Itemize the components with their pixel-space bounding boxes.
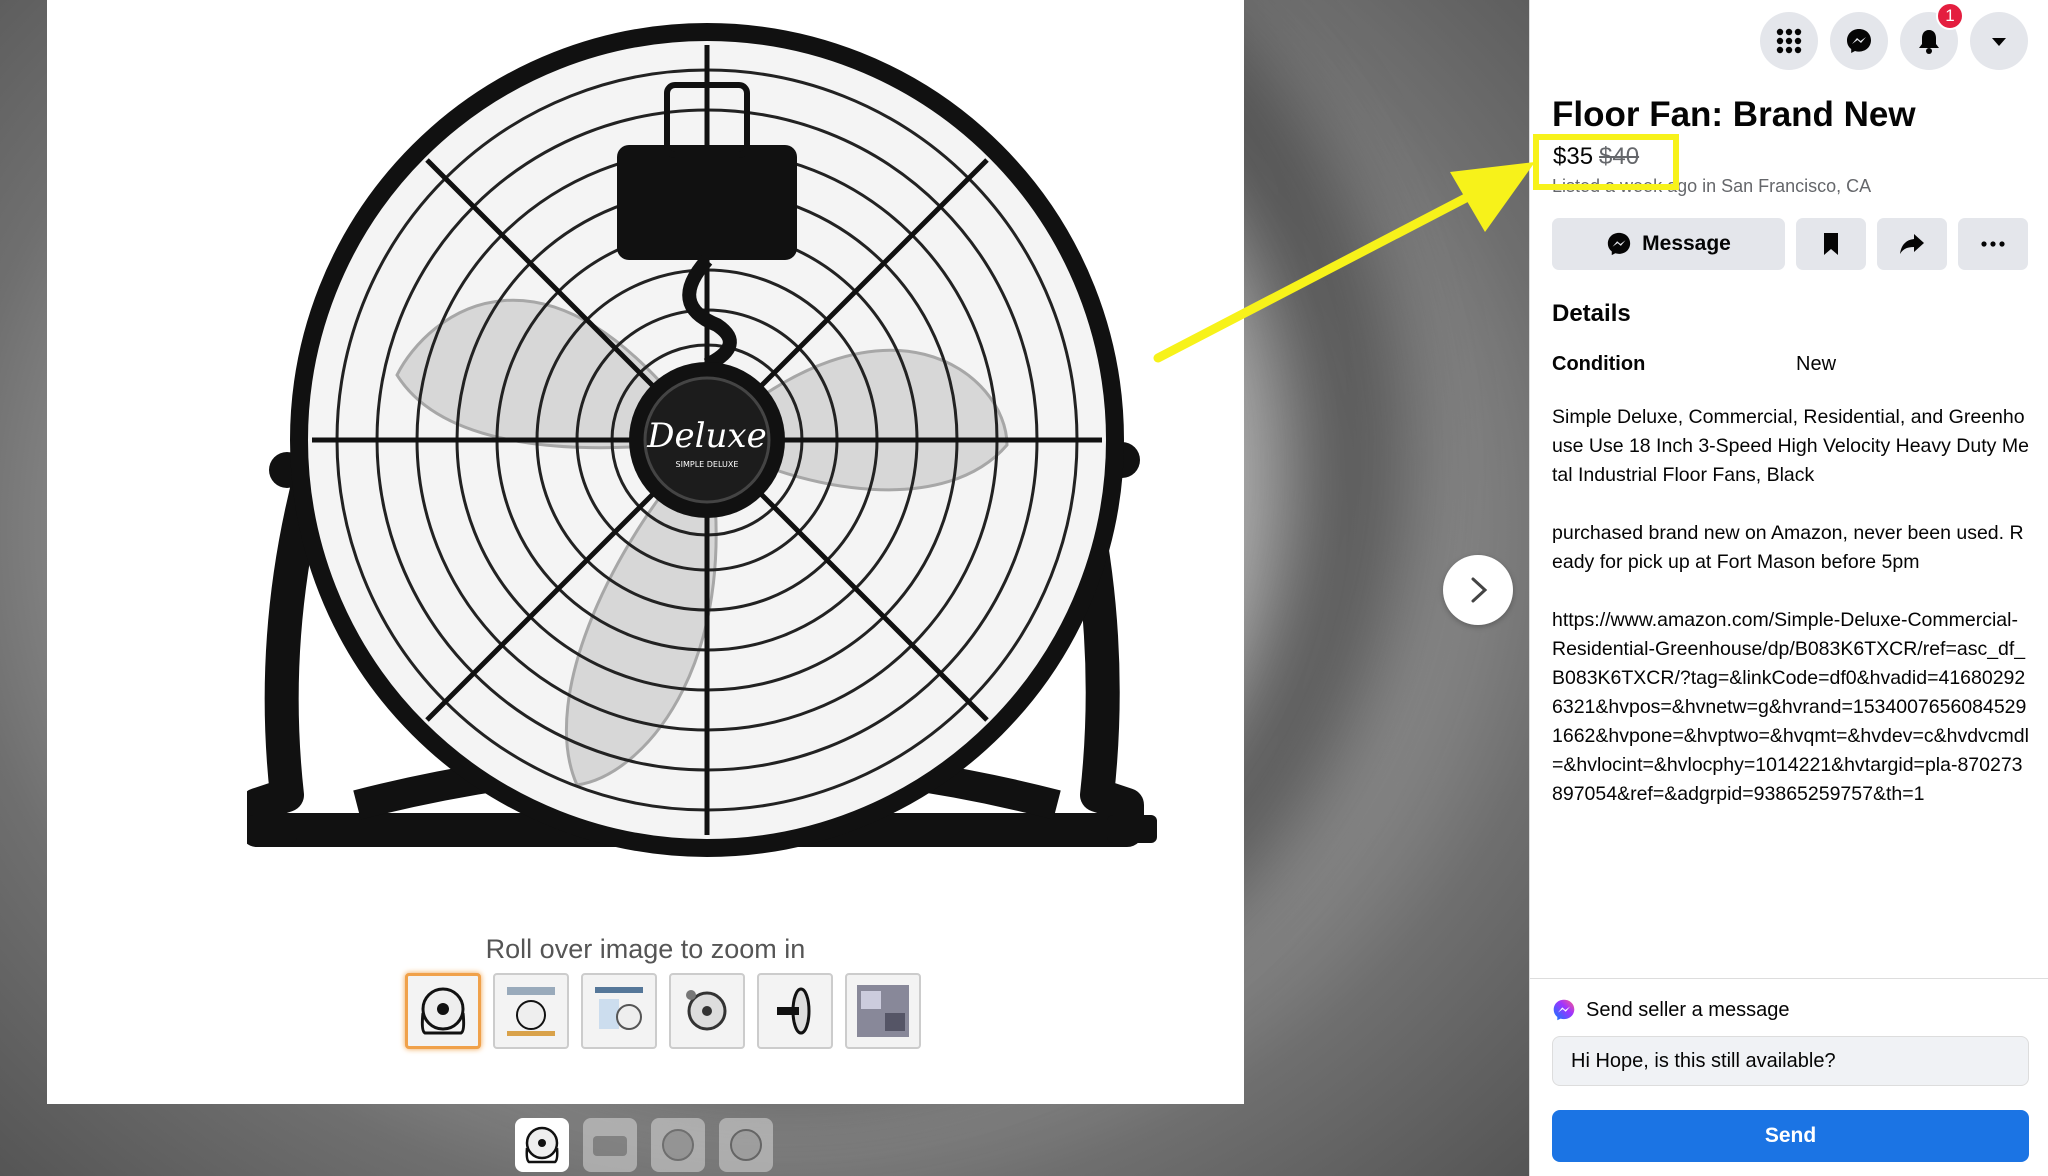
send-seller-label: Send seller a message bbox=[1586, 998, 1790, 1021]
condition-label: Condition bbox=[1552, 353, 1646, 375]
listing-photo-strip bbox=[515, 1118, 773, 1172]
save-button[interactable] bbox=[1796, 218, 1866, 270]
fan-thumbnail-icon bbox=[777, 987, 811, 1035]
messenger-color-icon bbox=[1553, 999, 1575, 1021]
menu-button[interactable] bbox=[1760, 12, 1818, 70]
chevron-right-icon bbox=[1471, 577, 1488, 603]
zoom-hint: Roll over image to zoom in bbox=[485, 934, 806, 964]
messenger-button[interactable] bbox=[1830, 12, 1888, 70]
fan-thumbnail-icon bbox=[593, 1136, 627, 1156]
thumbnail-2[interactable] bbox=[493, 973, 569, 1049]
fan-thumbnail-icon bbox=[595, 987, 643, 1030]
listing-actions: Message bbox=[1552, 218, 2028, 270]
price-highlight-box bbox=[1533, 134, 1679, 190]
seller-message-input[interactable]: Hi Hope, is this still available? bbox=[1552, 1036, 2029, 1086]
photo-thumbnail-1[interactable] bbox=[515, 1118, 569, 1172]
thumbnail-4[interactable] bbox=[669, 973, 745, 1049]
message-button[interactable]: Message bbox=[1552, 218, 1785, 270]
fan-thumbnail-icon bbox=[662, 1129, 694, 1161]
thumbnail-5[interactable] bbox=[757, 973, 833, 1049]
photo-thumbnail-3[interactable] bbox=[651, 1118, 705, 1172]
next-image-button[interactable] bbox=[1443, 555, 1513, 625]
fan-thumbnail-icon bbox=[857, 985, 909, 1037]
fan-thumbnail-icon bbox=[420, 987, 466, 1035]
more-options-button[interactable] bbox=[1958, 218, 2028, 270]
divider bbox=[1530, 978, 2048, 979]
send-button[interactable]: Send bbox=[1552, 1110, 2029, 1162]
listing-photo[interactable]: Deluxe SIMPLE DELUXE Roll over image to … bbox=[47, 0, 1244, 1104]
messenger-icon bbox=[1847, 29, 1871, 53]
fan-thumbnail-icon bbox=[525, 1126, 559, 1164]
thumbnail-1[interactable] bbox=[405, 973, 481, 1049]
notification-badge: 1 bbox=[1936, 2, 1964, 30]
details-heading: Details bbox=[1552, 300, 1631, 327]
send-seller-message-row: Send seller a message bbox=[1552, 998, 1789, 1022]
menu-grid-icon bbox=[1776, 28, 1802, 54]
account-menu-button[interactable] bbox=[1970, 12, 2028, 70]
annotation-arrow bbox=[1153, 162, 1535, 363]
bookmark-icon bbox=[1824, 233, 1838, 255]
fan-thumbnail-icon bbox=[730, 1129, 762, 1161]
condition-value: New bbox=[1796, 353, 1837, 375]
message-button-label: Message bbox=[1642, 232, 1731, 255]
bell-icon bbox=[1919, 30, 1939, 54]
thumbnail-6[interactable] bbox=[845, 973, 921, 1049]
photo-thumbnail-2[interactable] bbox=[583, 1118, 637, 1172]
floor-fan-image: Deluxe SIMPLE DELUXE bbox=[247, 23, 1157, 857]
image-thumbnail-strip bbox=[405, 973, 921, 1049]
more-dots-icon bbox=[1981, 241, 2005, 247]
photo-thumbnail-4[interactable] bbox=[719, 1118, 773, 1172]
fan-thumbnail-icon bbox=[686, 990, 727, 1031]
messenger-icon bbox=[1607, 232, 1631, 256]
fan-thumbnail-icon bbox=[507, 987, 555, 1036]
notifications-button[interactable]: 1 bbox=[1900, 2, 1964, 70]
top-nav-icons: 1 bbox=[1760, 2, 2028, 70]
listing-description: Simple Deluxe, Commercial, Residential, … bbox=[1552, 406, 2029, 805]
brand-logo-text: Deluxe bbox=[646, 416, 766, 456]
thumbnail-3[interactable] bbox=[581, 973, 657, 1049]
share-button[interactable] bbox=[1877, 218, 1947, 270]
caret-down-icon bbox=[1992, 38, 2006, 46]
share-arrow-icon bbox=[1900, 234, 1924, 254]
brand-subtext: SIMPLE DELUXE bbox=[676, 460, 739, 469]
listing-title: Floor Fan: Brand New bbox=[1552, 95, 1916, 134]
